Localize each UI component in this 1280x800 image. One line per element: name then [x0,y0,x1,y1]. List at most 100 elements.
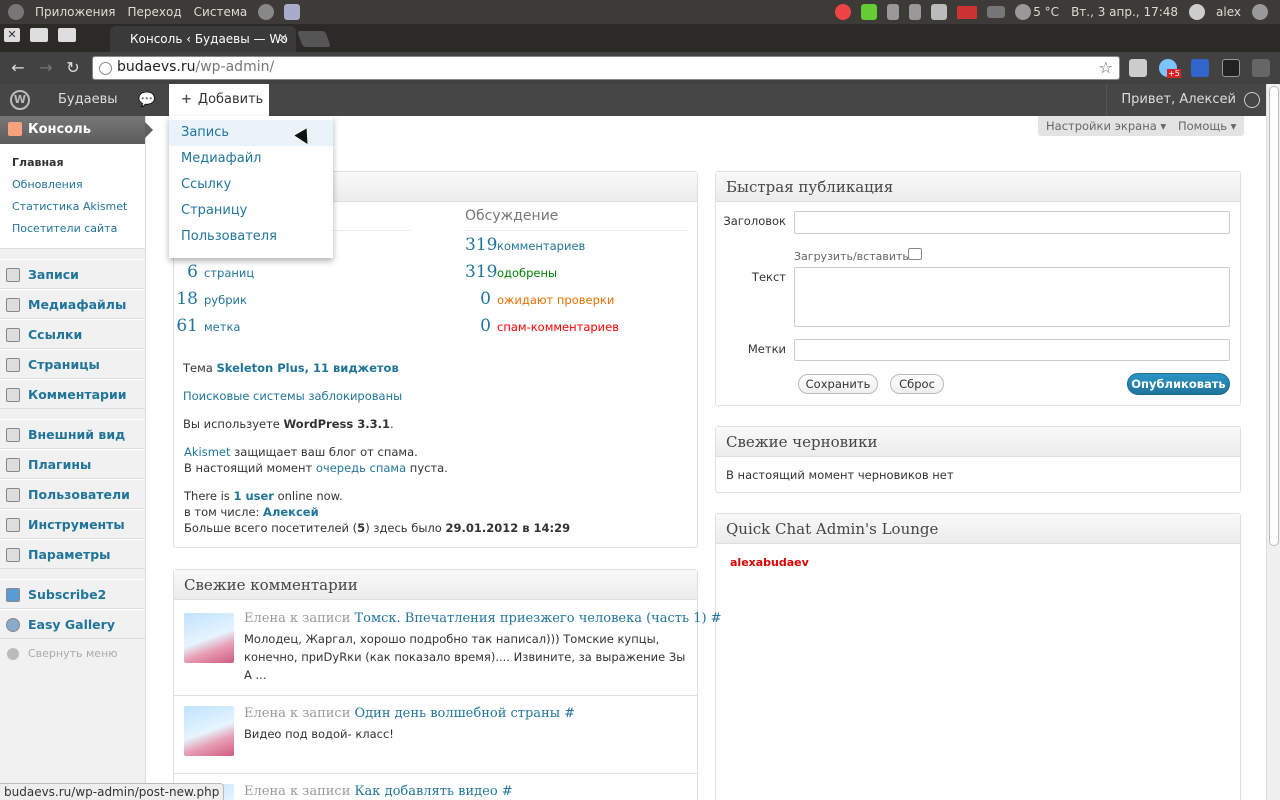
theme-link[interactable]: Skeleton Plus [216,361,304,375]
comment-item[interactable]: Елена к записи Один день волшебной стран… [174,696,697,774]
browser-tab-active[interactable]: Консоль ‹ Будаевы — Wo ✕ [110,26,296,52]
h-extension-icon[interactable] [1222,59,1240,77]
discussion-row-pending[interactable]: 0 ожидают проверки [465,289,614,309]
submenu-site-visitors[interactable]: Посетители сайта [0,218,145,240]
new-page-item[interactable]: Страницу [169,198,333,224]
submenu-akismet-stats[interactable]: Статистика Akismet [0,196,145,218]
tags-input[interactable] [794,339,1230,361]
network-icon[interactable] [909,4,922,20]
new-tab-button[interactable] [297,31,331,47]
reset-button[interactable]: Сброс [890,374,944,394]
mail-extension-icon[interactable] [1129,59,1147,77]
scrollbar-thumb[interactable] [1269,86,1279,546]
reload-icon[interactable]: ↻ [63,58,83,78]
online-line: There is 1 user online now. [184,489,343,503]
content-row-pages[interactable]: 6 страниц [174,262,254,282]
clock[interactable]: Вт., 3 апр., 17:48 [1065,5,1184,19]
weather-extension-icon[interactable]: +5 [1159,59,1181,78]
volume-icon[interactable] [887,4,900,20]
discussion-row-approved[interactable]: 319одобрены [465,262,557,282]
weather-temp[interactable]: 5 °C [1033,5,1065,19]
title-input[interactable] [794,211,1230,234]
admin-bar-new-content[interactable]: + Добавить [169,84,269,116]
menu-links[interactable]: Ссылки [0,319,145,349]
menu-dashboard[interactable]: Консоль [0,116,153,144]
comment-item[interactable]: Елена к записи Томск. Впечатления приезж… [174,601,722,696]
add-media-icon[interactable] [908,248,922,260]
submenu-home[interactable]: Главная [0,152,145,174]
launcher-icon-2[interactable] [284,4,301,20]
new-user-item[interactable]: Пользователя [169,224,333,250]
menu-users[interactable]: Пользователи [0,479,145,509]
menu-tools[interactable]: Инструменты [0,509,145,539]
window-minimize-button[interactable] [30,28,48,42]
menu-pages[interactable]: Страницы [0,349,145,379]
address-bar[interactable]: budaevs.ru/wp-admin/ ☆ [92,56,1120,80]
content-row-categories[interactable]: 18 рубрик [174,289,247,309]
upload-insert-label[interactable]: Загрузить/вставить [794,250,909,263]
launcher-icon[interactable] [258,4,275,20]
comment-post-link[interactable]: Один день волшебной страны # [355,706,576,721]
discussion-row-comments[interactable]: 319комментариев [465,235,585,255]
comment-post-link[interactable]: Томск. Впечатления приезжего человека (ч… [355,611,722,626]
discussion-row-spam[interactable]: 0 спам-комментариев [465,316,619,336]
os-user[interactable]: alex [1210,5,1247,19]
menu-easy-gallery[interactable]: Easy Gallery [0,609,145,639]
recent-comments-title[interactable]: Свежие комментарии [174,570,697,600]
menu-posts[interactable]: Записи [0,259,145,289]
comment-item[interactable]: Елена к записи Как добавлять видео # [174,774,697,800]
max-visitors-line: Больше всего посетителей (5) здесь было … [184,521,571,535]
os-menu-system[interactable]: Система [188,5,254,19]
wordpress-logo-icon[interactable]: W [10,84,34,116]
bookmark-star-icon[interactable]: ☆ [1099,58,1113,77]
download-extension-icon[interactable] [1191,59,1209,77]
chat-user[interactable]: alexabudaev [730,556,809,569]
mail-icon[interactable] [987,6,1006,18]
new-media-item[interactable]: Медиафайл [169,146,333,172]
menu-settings[interactable]: Параметры [0,539,145,569]
content-textarea[interactable] [794,267,1230,327]
forward-icon[interactable]: → [36,58,56,78]
akismet-link[interactable]: Akismet [184,445,231,459]
window-maximize-button[interactable] [58,28,76,42]
menu-subscribe2[interactable]: Subscribe2 [0,579,145,609]
widgets-link[interactable]: 11 виджетов [313,361,399,375]
window-close-button[interactable]: ✕ [4,28,20,42]
admin-bar-account[interactable]: Привет, Алексей [1106,84,1266,116]
back-icon[interactable]: ← [8,58,28,78]
page-scrollbar[interactable] [1266,84,1280,800]
publish-button[interactable]: Опубликовать [1127,373,1230,395]
chat-status-icon[interactable] [1189,4,1206,20]
search-blocked-link[interactable]: Поисковые системы заблокированы [183,389,402,403]
menu-media[interactable]: Медиафайлы [0,289,145,319]
os-menu-places[interactable]: Переход [122,5,188,19]
os-menu-applications[interactable]: Приложения [29,5,122,19]
chrome-icon[interactable] [835,4,852,20]
tab-close-icon[interactable]: ✕ [278,31,288,45]
quick-press-title[interactable]: Быстрая публикация [716,172,1240,202]
comments-bubble-icon[interactable]: 💬 [138,84,155,116]
wrench-icon[interactable] [1252,59,1270,77]
keyboard-layout-icon[interactable] [957,5,978,19]
help-button[interactable]: Помощь ▾ [1170,116,1245,136]
content-row-tags[interactable]: 61 метка [174,316,240,336]
quick-chat-title[interactable]: Quick Chat Admin's Lounge [716,514,1240,544]
ubuntu-logo-icon[interactable] [8,4,24,20]
spam-queue-link[interactable]: очередь спама [316,461,406,475]
new-link-item[interactable]: Ссылку [169,172,333,198]
online-users-link[interactable]: 1 user [233,489,274,503]
submenu-updates[interactable]: Обновления [0,174,145,196]
recent-drafts-title[interactable]: Свежие черновики [716,427,1240,457]
screen-options-button[interactable]: Настройки экрана ▾ [1038,116,1175,136]
collapse-menu-button[interactable]: Свернуть меню [0,639,145,669]
check-icon[interactable] [861,4,878,20]
comment-post-link[interactable]: Как добавлять видео # [355,784,513,799]
menu-comments[interactable]: Комментарии [0,379,145,409]
online-user-link[interactable]: Алексей [263,505,319,519]
menu-plugins[interactable]: Плагины [0,449,145,479]
dropbox-icon[interactable] [931,4,948,20]
menu-appearance[interactable]: Внешний вид [0,419,145,449]
power-icon[interactable] [1252,4,1268,20]
save-draft-button[interactable]: Сохранить [798,374,878,394]
admin-bar-site-name[interactable]: Будаевы [58,84,118,116]
